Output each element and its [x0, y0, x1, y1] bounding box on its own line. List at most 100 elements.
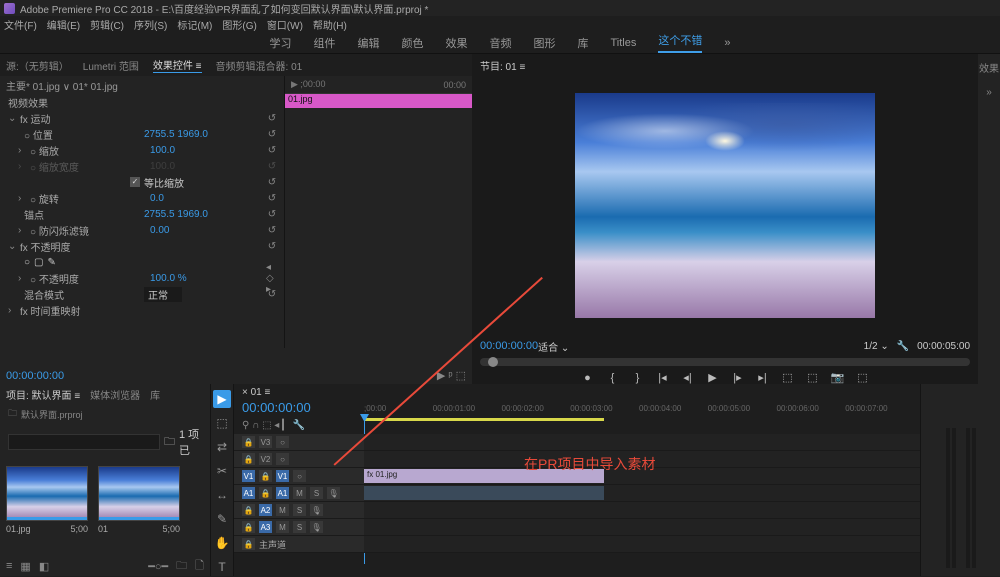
uniform-scale-checkbox[interactable]: [130, 177, 140, 187]
tab-source[interactable]: 源:（无剪辑）: [6, 58, 69, 73]
twirl-icon[interactable]: ›: [18, 273, 26, 284]
resolution-dropdown[interactable]: 1/2 ⌄: [864, 341, 889, 352]
menu-clip[interactable]: 剪辑(C): [90, 17, 124, 32]
icon-view-icon[interactable]: ▦: [20, 560, 30, 573]
program-tc-left[interactable]: 00:00:00:00: [480, 340, 538, 352]
work-area-bar[interactable]: [364, 418, 604, 421]
selection-tool-icon[interactable]: ▶: [213, 390, 231, 408]
twirl-icon[interactable]: ›: [18, 193, 26, 204]
ws-assembly[interactable]: 组件: [314, 35, 336, 51]
reset-icon[interactable]: ↺: [266, 176, 278, 188]
ws-effects[interactable]: 效果: [446, 35, 468, 51]
lock-icon[interactable]: 🔒: [242, 504, 255, 516]
ec-motion[interactable]: fx 运动: [20, 111, 140, 126]
goto-in-icon[interactable]: |◂: [655, 370, 670, 385]
ec-flicker-val[interactable]: 0.00: [150, 225, 169, 236]
ec-blend-val[interactable]: 正常: [144, 287, 182, 302]
ws-custom[interactable]: 这个不错: [658, 32, 702, 53]
ec-tools[interactable]: ▶ ᵖ ⬚: [437, 369, 466, 382]
program-viewer[interactable]: [472, 76, 978, 334]
ws-titles[interactable]: Titles: [611, 37, 637, 49]
record-icon[interactable]: 🎙: [310, 504, 323, 516]
ws-color[interactable]: 颜色: [402, 35, 424, 51]
reset-icon[interactable]: ↺: [266, 112, 278, 124]
project-item[interactable]: 01.jpg5;00: [6, 466, 88, 550]
ec-position[interactable]: ○ 位置: [24, 127, 144, 142]
record-icon[interactable]: 🎙: [310, 521, 323, 533]
twirl-icon[interactable]: ›: [18, 145, 26, 156]
menu-file[interactable]: 文件(F): [4, 17, 37, 32]
export-frame-icon[interactable]: 📷: [830, 370, 845, 385]
program-scrubber[interactable]: [480, 358, 970, 366]
bin-icon[interactable]: 🗀: [164, 433, 175, 452]
ec-position-val[interactable]: 2755.5 1969.0: [144, 129, 208, 140]
step-back-icon[interactable]: ◂|: [680, 370, 695, 385]
track-label[interactable]: V2: [259, 453, 272, 465]
reset-icon[interactable]: ↺: [266, 192, 278, 204]
zoom-slider[interactable]: ━○━: [148, 560, 168, 573]
out-icon[interactable]: }: [630, 370, 645, 385]
track-master[interactable]: 主声道: [259, 538, 286, 551]
freeform-icon[interactable]: ◧: [39, 560, 49, 573]
ec-opacity-val[interactable]: 100.0 %: [150, 273, 187, 284]
menu-help[interactable]: 帮助(H): [313, 17, 347, 32]
extract-icon[interactable]: ⬚: [805, 370, 820, 385]
track-label[interactable]: A2: [259, 504, 272, 516]
ec-rotation-val[interactable]: 0.0: [150, 193, 164, 204]
lock-icon[interactable]: 🔒: [259, 487, 272, 499]
toggle-output-icon[interactable]: ○: [276, 453, 289, 465]
ec-anchor[interactable]: 锚点: [24, 207, 144, 222]
track-v2[interactable]: [364, 451, 920, 468]
reset-icon[interactable]: ↺: [266, 128, 278, 140]
twirl-icon[interactable]: ⌄: [8, 113, 16, 124]
ec-clip[interactable]: 01.jpg: [285, 94, 472, 108]
twirl-icon[interactable]: ›: [8, 305, 16, 316]
hand-tool-icon[interactable]: ✋: [213, 534, 231, 552]
type-tool-icon[interactable]: T: [213, 558, 231, 576]
track-label[interactable]: A3: [259, 521, 272, 533]
solo-icon[interactable]: S: [293, 504, 306, 516]
project-item[interactable]: 015;00: [98, 466, 180, 550]
timeline-ruler[interactable]: ;00:00 00:00:01:00 00:00:02:00 00:00:03:…: [364, 404, 914, 418]
wrench-icon[interactable]: 🔧: [897, 341, 909, 352]
ws-library[interactable]: 库: [578, 35, 589, 51]
tab-audio-mixer[interactable]: 音频剪辑混合器: 01: [216, 58, 303, 73]
toggle-output-icon[interactable]: ○: [276, 436, 289, 448]
ripple-tool-icon[interactable]: ⇄: [213, 438, 231, 456]
track-label[interactable]: V1: [276, 470, 289, 482]
mute-icon[interactable]: M: [293, 487, 306, 499]
ec-opacity[interactable]: fx 不透明度: [20, 239, 140, 254]
compare-icon[interactable]: ⬚: [855, 370, 870, 385]
track-label[interactable]: A1: [276, 487, 289, 499]
step-fwd-icon[interactable]: |▸: [730, 370, 745, 385]
side-icon[interactable]: »: [986, 87, 992, 98]
clip-audio[interactable]: [364, 486, 604, 500]
ec-flicker[interactable]: ○ 防闪烁滤镜: [30, 223, 150, 238]
tab-program[interactable]: 节目: 01 ≡: [480, 58, 525, 73]
ec-master-clip[interactable]: 主要* 01.jpg ∨ 01* 01.jpg: [6, 78, 118, 93]
reset-icon[interactable]: ↺: [266, 160, 278, 172]
in-icon[interactable]: {: [605, 370, 620, 385]
solo-icon[interactable]: S: [293, 521, 306, 533]
tab-lumetri[interactable]: Lumetri 范围: [83, 58, 139, 73]
tab-media-browser[interactable]: 媒体浏览器: [90, 387, 140, 402]
record-icon[interactable]: 🎙: [327, 487, 340, 499]
new-bin-icon[interactable]: 🗀: [176, 557, 187, 576]
track-a1[interactable]: [364, 485, 920, 502]
reset-icon[interactable]: ↺: [266, 224, 278, 236]
lock-icon[interactable]: 🔒: [259, 470, 272, 482]
timeline-tab[interactable]: × 01 ≡: [242, 387, 270, 398]
slip-tool-icon[interactable]: ↔: [213, 486, 231, 504]
lock-icon[interactable]: 🔒: [242, 436, 255, 448]
ws-graphics[interactable]: 图形: [534, 35, 556, 51]
mask-pen-icon[interactable]: ✎: [48, 257, 56, 268]
track-v3[interactable]: [364, 434, 920, 451]
solo-icon[interactable]: S: [310, 487, 323, 499]
play-icon[interactable]: ▶: [705, 370, 720, 385]
ec-timecode[interactable]: 00:00:00:00: [6, 370, 64, 382]
ws-editing[interactable]: 编辑: [358, 35, 380, 51]
ec-anchor-val[interactable]: 2755.5 1969.0: [144, 209, 208, 220]
mute-icon[interactable]: M: [276, 521, 289, 533]
track-a3[interactable]: [364, 519, 920, 536]
tab-effect-controls[interactable]: 效果控件 ≡: [153, 57, 202, 73]
